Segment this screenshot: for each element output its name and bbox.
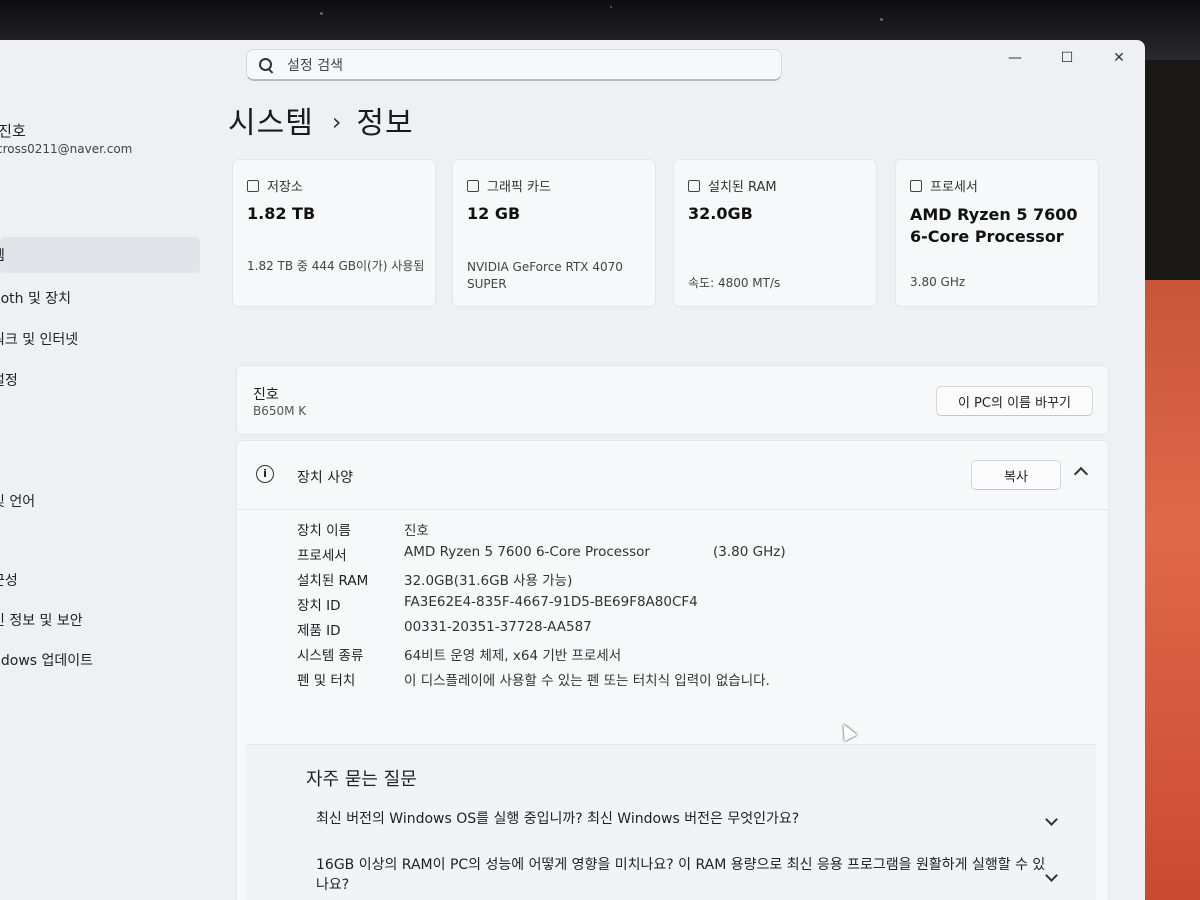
maximize-button[interactable]: ☐ — [1041, 40, 1093, 76]
sidebar-item-label: 설정 — [0, 373, 18, 389]
faq-title: 자주 묻는 질문 — [306, 769, 417, 790]
card-value: 32.0GB — [688, 204, 753, 223]
storage-icon — [247, 179, 259, 192]
sidebar-item-system[interactable]: 템 — [0, 237, 200, 273]
spec-value: FA3E62E4-835F-4667-91D5-BE69F8A80CF4 — [404, 594, 698, 610]
minimize-button[interactable]: — — [989, 40, 1041, 76]
chevron-down-icon — [1045, 813, 1058, 826]
sidebar-item-accessibility[interactable]: 근성 — [0, 562, 200, 598]
spec-value: 00331-20351-37728-AA587 — [404, 619, 592, 635]
copy-button[interactable]: 복사 — [971, 460, 1061, 490]
spec-key: 펜 및 터치 — [297, 673, 356, 689]
spec-value: 이 디스플레이에 사용할 수 있는 펜 또는 터치식 입력이 없습니다. — [404, 673, 770, 689]
search-input[interactable]: 설정 검색 — [246, 49, 782, 81]
card-title: 프로세서 — [930, 180, 978, 195]
sidebar-item-time-language[interactable]: 및 언어 — [0, 483, 200, 519]
sidebar-item-privacy[interactable]: 인 정보 및 보안 — [0, 602, 200, 638]
card-subtext: 3.80 GHz — [910, 275, 966, 289]
sidebar-item-gaming[interactable]: l — [0, 523, 200, 559]
page-title: 정보 — [356, 106, 414, 141]
rename-pc-button[interactable]: 이 PC의 이름 바꾸기 — [936, 386, 1093, 416]
faq-question: 최신 버전의 Windows OS를 실행 중입니까? 최신 Windows 버… — [316, 811, 800, 827]
spec-key: 설치된 RAM — [297, 573, 369, 589]
storage-card[interactable]: 저장소 1.82 TB 1.82 TB 중 444 GB이(가) 사용됨 — [232, 159, 436, 307]
breadcrumb-separator: › — [331, 108, 343, 136]
pc-name: 진호 — [253, 387, 279, 403]
card-subtext: 속도: 4800 MT/s — [688, 276, 781, 290]
spec-key: 장치 ID — [297, 598, 341, 614]
spec-value: 64비트 운영 체제, x64 기반 프로세서 — [404, 648, 622, 664]
info-icon: i — [256, 465, 274, 483]
sidebar-item-label: ooth 및 장치 — [0, 291, 72, 307]
processor-icon — [910, 179, 922, 192]
ram-icon — [688, 179, 700, 192]
spec-value: 32.0GB(31.6GB 사용 가능) — [404, 573, 573, 589]
faq-question: 16GB 이상의 RAM이 PC의 성능에 어떻게 영향을 미치나요? 이 RA… — [316, 857, 1046, 893]
pc-name-row: 진호 B650M K 이 PC의 이름 바꾸기 — [236, 365, 1109, 435]
chevron-down-icon — [1045, 869, 1058, 882]
sidebar-item-label: 템 — [0, 245, 5, 265]
user-name: l진호 — [0, 122, 26, 140]
window-controls: — ☐ ✕ — [989, 40, 1145, 76]
spec-value: AMD Ryzen 5 7600 6-Core Processor — [404, 544, 650, 560]
card-title: 저장소 — [267, 180, 303, 195]
sidebar-item-label: ndows 업데이트 — [0, 653, 94, 669]
spec-key: 장치 이름 — [297, 523, 351, 539]
settings-window: — ☐ ✕ 설정 검색 l진호 cross0211@naver.com 템 oo… — [0, 40, 1145, 900]
gpu-icon — [467, 179, 479, 192]
search-placeholder: 설정 검색 — [287, 57, 343, 74]
sidebar-item-personalization[interactable]: 설정 — [0, 362, 200, 398]
sidebar-item-windows-update[interactable]: ndows 업데이트 — [0, 642, 200, 678]
background-speck — [320, 12, 323, 15]
device-specs-header[interactable]: i 장치 사양 복사 — [237, 441, 1108, 510]
spec-key: 시스템 종류 — [297, 648, 364, 664]
user-email: cross0211@naver.com — [0, 142, 133, 156]
processor-card[interactable]: 프로세서 AMD Ryzen 5 7600 6-Core Processor 3… — [895, 159, 1099, 307]
card-value: AMD Ryzen 5 7600 6-Core Processor — [910, 205, 1078, 246]
card-title: 설치된 RAM — [708, 180, 777, 195]
spec-key: 제품 ID — [297, 623, 341, 639]
card-subtext: NVIDIA GeForce RTX 4070 SUPER — [467, 260, 623, 291]
device-specs-title: 장치 사양 — [297, 470, 353, 486]
search-icon — [259, 57, 274, 74]
sidebar-item-bluetooth[interactable]: ooth 및 장치 — [0, 280, 200, 316]
card-value: 12 GB — [467, 204, 521, 223]
spec-value: 진호 — [404, 523, 429, 539]
sidebar: l진호 cross0211@naver.com 템 ooth 및 장치 워크 및… — [0, 100, 205, 900]
chevron-up-icon[interactable] — [1073, 466, 1089, 482]
card-title: 그래픽 카드 — [487, 180, 551, 195]
spec-key: 프로세서 — [297, 548, 347, 564]
breadcrumb-section[interactable]: 시스템 — [228, 106, 314, 141]
sidebar-item-label: 워크 및 인터넷 — [0, 332, 79, 348]
device-specs-panel: i 장치 사양 복사 장치 이름 진호 프로세서 AMD Ryzen 5 760… — [236, 440, 1109, 900]
pc-model: B650M K — [253, 404, 307, 418]
sidebar-item-network[interactable]: 워크 및 인터넷 — [0, 321, 200, 357]
close-button[interactable]: ✕ — [1093, 40, 1145, 76]
sidebar-item-label: 및 언어 — [0, 494, 36, 510]
breadcrumb: 시스템 › 정보 — [228, 98, 414, 142]
sidebar-item-label: 근성 — [0, 573, 18, 589]
faq-section: 자주 묻는 질문 최신 버전의 Windows OS를 실행 중입니까? 최신 … — [246, 744, 1096, 900]
sidebar-item-label: 인 정보 및 보안 — [0, 613, 83, 629]
card-subtext: 1.82 TB 중 444 GB이(가) 사용됨 — [247, 259, 425, 273]
spec-extra: (3.80 GHz) — [713, 544, 786, 560]
background-speck — [610, 6, 612, 8]
ram-card[interactable]: 설치된 RAM 32.0GB 속도: 4800 MT/s — [673, 159, 877, 307]
card-value: 1.82 TB — [247, 204, 316, 223]
background-speck — [880, 18, 883, 21]
graphics-card[interactable]: 그래픽 카드 12 GB NVIDIA GeForce RTX 4070 SUP… — [452, 159, 656, 307]
